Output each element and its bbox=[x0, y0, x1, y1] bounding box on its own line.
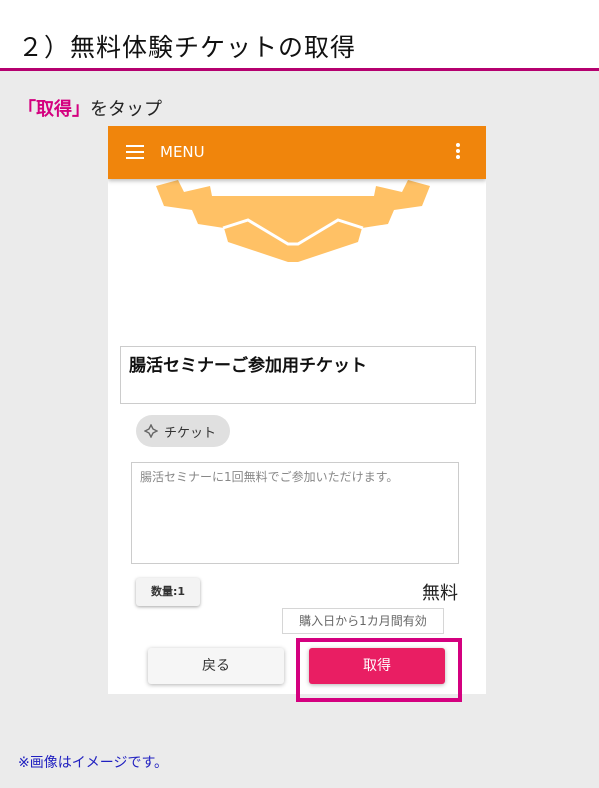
ticket-name-field: 腸活セミナーご参加用チケット bbox=[120, 346, 476, 404]
ticket-chip[interactable]: チケット bbox=[136, 415, 230, 447]
instruction-highlight: 「取得」 bbox=[18, 99, 90, 120]
app-bar: MENU bbox=[108, 126, 486, 179]
back-button[interactable]: 戻る bbox=[148, 648, 284, 684]
validity-label: 購入日から1カ月間有効 bbox=[282, 608, 444, 634]
ticket-icon bbox=[144, 424, 158, 438]
star-icons bbox=[236, 182, 342, 195]
instruction-rest: をタップ bbox=[90, 99, 162, 120]
description-text: 腸活セミナーに1回無料でご参加いただけます。 bbox=[140, 470, 399, 484]
description-field: 腸活セミナーに1回無料でご参加いただけます。 bbox=[131, 462, 459, 564]
more-vert-icon[interactable] bbox=[456, 143, 460, 161]
menu-label[interactable]: MENU bbox=[160, 143, 205, 161]
ticket-name: 腸活セミナーご参加用チケット bbox=[129, 356, 367, 376]
instruction-text: 「取得」をタップ bbox=[18, 95, 162, 121]
quantity-button[interactable]: 数量:1 bbox=[136, 578, 200, 606]
price-label: 無料 bbox=[422, 583, 458, 604]
page-header: ２）無料体験チケットの取得 bbox=[0, 0, 599, 71]
highlight-frame bbox=[296, 638, 462, 702]
ticket-illustration bbox=[156, 180, 430, 262]
page-title: ２）無料体験チケットの取得 bbox=[18, 33, 357, 62]
footnote: ※画像はイメージです。 bbox=[18, 755, 169, 771]
phone-screenshot: MENU 腸活セミナーご参加用チケット チケット 腸活セミナーに1回無料でご参加… bbox=[108, 126, 486, 694]
hamburger-icon[interactable] bbox=[126, 145, 144, 159]
chip-label: チケット bbox=[164, 426, 217, 441]
